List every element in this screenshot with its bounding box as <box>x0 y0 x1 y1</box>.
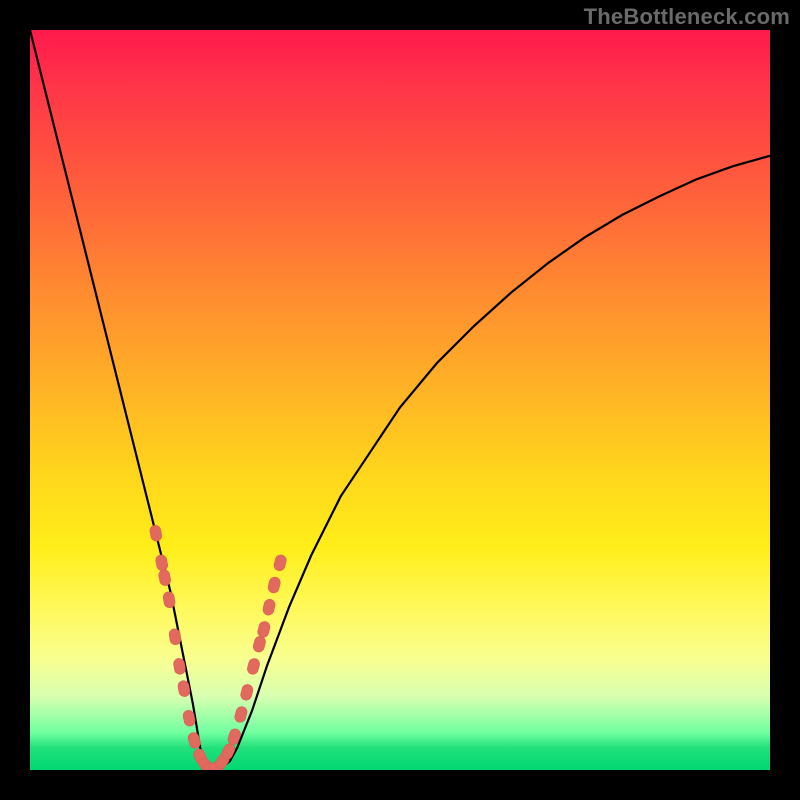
curve-marker <box>257 620 272 638</box>
chart-plot-area <box>30 30 770 770</box>
curve-marker <box>233 705 248 723</box>
curve-marker <box>273 554 288 572</box>
curve-marker <box>162 591 176 609</box>
curve-marker <box>155 554 169 572</box>
curve-marker <box>239 683 254 701</box>
curve-marker <box>262 598 276 616</box>
curve-marker <box>267 576 282 594</box>
bottleneck-curve <box>30 30 770 769</box>
curve-marker <box>252 635 267 653</box>
curve-marker <box>149 524 163 542</box>
curve-marker <box>246 657 261 675</box>
marker-group <box>149 524 288 770</box>
curve-marker <box>168 628 181 645</box>
watermark-text: TheBottleneck.com <box>584 4 790 30</box>
chart-svg <box>30 30 770 770</box>
